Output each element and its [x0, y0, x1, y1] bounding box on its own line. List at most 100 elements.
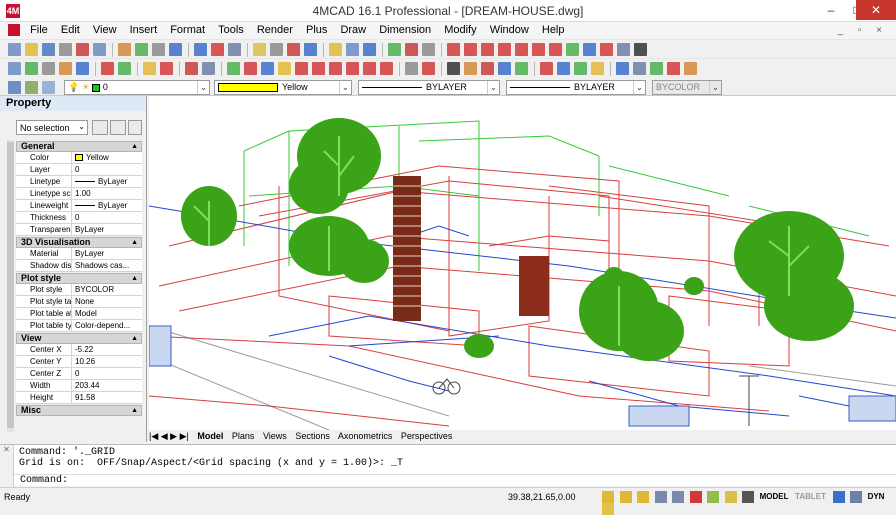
menu-insert[interactable]: Insert [125, 22, 163, 36]
layer-manager-icon[interactable] [8, 81, 21, 94]
toolbar-tool-icon[interactable] [42, 62, 55, 75]
lineweight-toggle-icon[interactable] [707, 491, 720, 503]
menu-tools[interactable]: Tools [213, 22, 249, 36]
toolbar-tool-icon[interactable] [8, 43, 21, 56]
scrollbar-thumb[interactable] [7, 142, 14, 428]
property-row[interactable]: Height 91.58 [16, 392, 142, 404]
dyn-toggle[interactable]: DYN [868, 491, 885, 503]
toolbar-tool-icon[interactable] [312, 62, 325, 75]
snap-icon[interactable] [602, 491, 614, 503]
property-row[interactable]: Plot table typeColor-depend... [16, 320, 142, 332]
toolbar-tool-icon[interactable] [160, 62, 173, 75]
toolbar-tool-icon[interactable] [616, 62, 629, 75]
toolbar-tool-icon[interactable] [650, 62, 663, 75]
toolbar-tool-icon[interactable] [76, 43, 89, 56]
layer-previous-icon[interactable] [42, 81, 55, 94]
toolbar-tool-icon[interactable] [583, 43, 596, 56]
toolbar-tool-icon[interactable] [135, 43, 148, 56]
toolbar-tool-icon[interactable] [278, 62, 291, 75]
property-value[interactable]: 0 [72, 368, 142, 379]
toolbar-tool-icon[interactable] [261, 62, 274, 75]
toolbar-tool-icon[interactable] [447, 62, 460, 75]
tablet-toggle[interactable]: TABLET [795, 491, 826, 503]
toolbar-tool-icon[interactable] [464, 43, 477, 56]
property-row[interactable]: Shadow displ...Shadows cas... [16, 260, 142, 272]
property-row[interactable]: Center Z0 [16, 368, 142, 380]
toolbar-tool-icon[interactable] [270, 43, 283, 56]
toolbar-tool-icon[interactable] [118, 62, 131, 75]
tab-axonometrics[interactable]: Axonometrics [338, 431, 393, 441]
toolbar-tool-icon[interactable] [8, 62, 21, 75]
property-row[interactable]: Material ByLayer [16, 248, 142, 260]
property-value[interactable]: 91.58 [72, 392, 142, 403]
property-value[interactable]: 0 [72, 212, 142, 223]
toolbar-tool-icon[interactable] [557, 62, 570, 75]
toolbar-tool-icon[interactable] [634, 43, 647, 56]
property-row[interactable]: TransparencyByLayer [16, 224, 142, 236]
toolbar-tool-icon[interactable] [481, 62, 494, 75]
minimize-button[interactable]: – [818, 0, 844, 20]
toolbar-tool-icon[interactable] [25, 43, 38, 56]
toolbar-tool-icon[interactable] [633, 62, 646, 75]
document-icon[interactable] [8, 24, 20, 36]
toolbar-tool-icon[interactable] [515, 62, 528, 75]
property-row[interactable]: Plot style tableNone [16, 296, 142, 308]
property-value[interactable]: BYCOLOR [72, 284, 142, 295]
toolbar-tool-icon[interactable] [227, 62, 240, 75]
selection-dropdown[interactable]: No selection ⌄ [16, 120, 88, 135]
section-header-misc[interactable]: Misc ▲ [16, 405, 142, 416]
toolbar-tool-icon[interactable] [346, 62, 359, 75]
property-row[interactable]: Width 203.44 [16, 380, 142, 392]
esnap-track-icon[interactable] [689, 491, 702, 503]
toolbar-tool-icon[interactable] [447, 43, 460, 56]
property-value[interactable]: Yellow [72, 152, 142, 163]
toolbar-tool-icon[interactable] [76, 62, 89, 75]
toolbar-tool-icon[interactable] [25, 62, 38, 75]
toolbar-tool-icon[interactable] [329, 62, 342, 75]
property-value[interactable]: -5.22 [72, 344, 142, 355]
close-icon[interactable]: ✕ [0, 445, 14, 487]
toolbar-tool-icon[interactable] [667, 62, 680, 75]
toolbar-tool-icon[interactable] [244, 62, 257, 75]
toolbar-tool-icon[interactable] [101, 62, 114, 75]
property-row[interactable]: Lineweight ByLayer [16, 200, 142, 212]
notification-icon[interactable] [602, 503, 614, 515]
esnap-icon[interactable] [672, 491, 685, 503]
toolbar-tool-icon[interactable] [185, 62, 198, 75]
toolbar-tool-icon[interactable] [194, 43, 207, 56]
property-value[interactable]: 0 [72, 164, 142, 175]
quick-select-icon[interactable] [92, 120, 108, 135]
property-row[interactable]: Linetype scale1.00 [16, 188, 142, 200]
toolbar-tool-icon[interactable] [481, 43, 494, 56]
toolbar-tool-icon[interactable] [93, 43, 106, 56]
property-value[interactable]: 203.44 [72, 380, 142, 391]
property-row[interactable]: Plot table att...Model [16, 308, 142, 320]
toolbar-tool-icon[interactable] [59, 43, 72, 56]
toolbar-tool-icon[interactable] [591, 62, 604, 75]
property-value[interactable]: 10.26 [72, 356, 142, 367]
ucs-icon[interactable] [724, 491, 737, 503]
toolbar-tool-icon[interactable] [363, 43, 376, 56]
toolbar-tool-icon[interactable] [515, 43, 528, 56]
collapse-icon[interactable]: ▲ [131, 274, 138, 283]
toolbar-tool-icon[interactable] [304, 43, 317, 56]
toolbar-tool-icon[interactable] [228, 43, 241, 56]
property-value[interactable]: Model [72, 308, 142, 319]
plotstyle-dropdown[interactable]: BYCOLOR ⌄ [652, 80, 722, 95]
tab-views[interactable]: Views [263, 431, 287, 441]
lineweight-dropdown[interactable]: BYLAYER ⌄ [506, 80, 646, 95]
tab-perspectives[interactable]: Perspectives [401, 431, 453, 441]
toolbar-tool-icon[interactable] [684, 62, 697, 75]
toolbar-tool-icon[interactable] [617, 43, 630, 56]
toolbar-tool-icon[interactable] [295, 62, 308, 75]
menu-render[interactable]: Render [252, 22, 298, 36]
property-row[interactable]: Center X -5.22 [16, 344, 142, 356]
toolbar-tool-icon[interactable] [329, 43, 342, 56]
toolbar-tool-icon[interactable] [600, 43, 613, 56]
collapse-icon[interactable]: ▲ [131, 238, 138, 247]
polar-icon[interactable] [654, 491, 667, 503]
settings-icon[interactable] [832, 491, 845, 503]
menu-draw[interactable]: Draw [335, 22, 371, 36]
property-row[interactable]: Color Yellow [16, 152, 142, 164]
property-value[interactable]: Shadows cas... [72, 260, 142, 271]
